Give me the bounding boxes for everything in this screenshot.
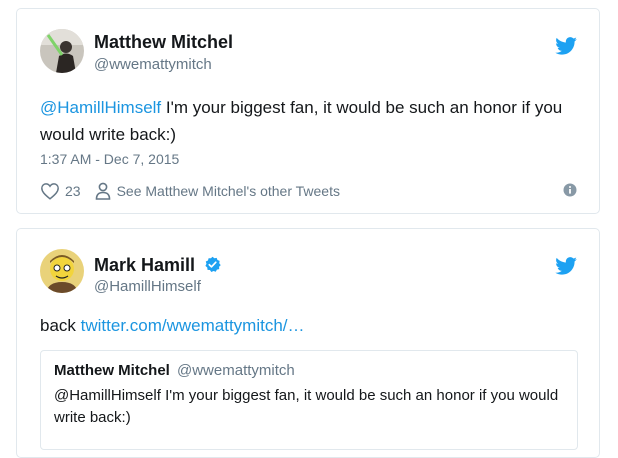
avatar[interactable] <box>40 249 84 293</box>
tweet-timestamp[interactable]: 1:37 AM - Dec 7, 2015 <box>40 151 179 167</box>
tweet-link[interactable]: twitter.com/wwemattymitch/… <box>81 316 305 335</box>
quoted-author-handle: @wwemattymitch <box>177 362 295 379</box>
tweet-text-body: back <box>40 316 81 335</box>
author-name[interactable]: Matthew Mitchel <box>94 32 233 53</box>
see-other-tweets-link[interactable]: See Matthew Mitchel's other Tweets <box>117 183 340 199</box>
tweet-text: back twitter.com/wwemattymitch/… <box>40 312 305 339</box>
heart-icon[interactable] <box>40 182 60 200</box>
verified-badge-icon <box>205 256 221 273</box>
quoted-tweet-text: @HamillHimself I'm your biggest fan, it … <box>54 387 559 426</box>
avatar[interactable] <box>40 29 84 73</box>
like-count[interactable]: 23 <box>65 183 81 199</box>
quoted-tweet[interactable]: Matthew Mitchel @wwemattymitch @HamillHi… <box>40 350 578 450</box>
tweet-text: @HamillHimself I'm your biggest fan, it … <box>40 94 580 148</box>
tweet-card-matthew-mitchel: Matthew Mitchel @wwemattymitch @HamillHi… <box>16 8 600 214</box>
twitter-bird-icon[interactable] <box>555 257 577 275</box>
mention-link[interactable]: @HamillHimself <box>40 98 161 117</box>
person-icon <box>95 182 110 200</box>
author-name[interactable]: Mark Hamill <box>94 255 195 276</box>
twitter-bird-icon[interactable] <box>555 37 577 55</box>
tweet-actions: 23 See Matthew Mitchel's other Tweets <box>40 181 340 201</box>
author-handle[interactable]: @wwemattymitch <box>94 56 212 73</box>
info-icon[interactable] <box>563 183 577 197</box>
quoted-author-name: Matthew Mitchel <box>54 362 170 379</box>
author-handle[interactable]: @HamillHimself <box>94 278 201 295</box>
tweet-card-mark-hamill: Mark Hamill @HamillHimself back twitter.… <box>16 228 600 458</box>
